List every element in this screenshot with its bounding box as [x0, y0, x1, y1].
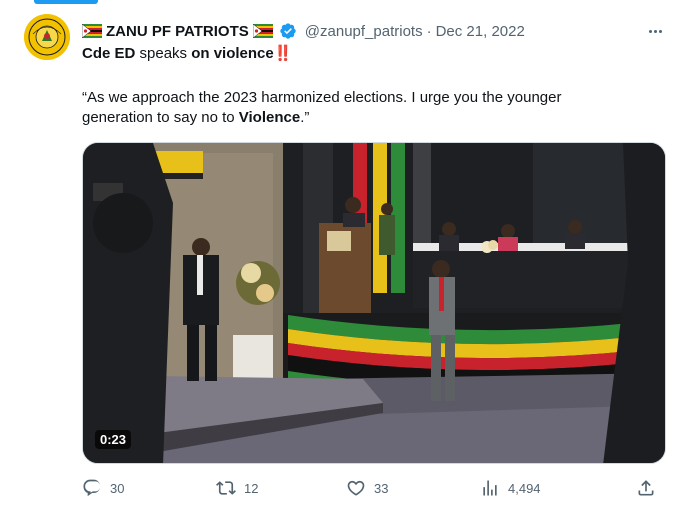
author-handle[interactable]: @zanupf_patriots: [305, 23, 423, 40]
reply-count: 30: [110, 480, 125, 496]
views-count: 4,494: [508, 480, 541, 496]
text-closing: .”: [300, 109, 310, 126]
heart-icon: [347, 480, 365, 496]
double-exclamation-icon: ‼️: [273, 45, 293, 62]
reply-icon: [83, 479, 101, 497]
action-bar: 30 12 33 4,494: [82, 477, 666, 499]
tweet-date[interactable]: Dec 21, 2022: [436, 23, 525, 40]
tweet-text-line-1: Cde ED speaks on violence‼️: [82, 44, 293, 64]
tweet[interactable]: ZANU PF PATRIOTS @zanupf_patriots · Dec …: [0, 0, 687, 519]
tweet-text-line-3: generation to say no to Violence.”: [82, 108, 309, 128]
video-player[interactable]: 0:23: [82, 142, 666, 464]
zimbabwe-flag-icon: [81, 23, 102, 39]
retweet-icon: [216, 481, 236, 495]
text-cde-ed: Cde ED: [82, 45, 136, 62]
like-count: 33: [374, 480, 389, 496]
views-button[interactable]: 4,494: [480, 477, 541, 499]
zimbabwe-flag-icon: [252, 23, 273, 39]
video-thumbnail: [83, 143, 665, 463]
text-violence: Violence: [238, 109, 301, 126]
text-generation: generation to say no to: [82, 109, 239, 126]
author-name[interactable]: ZANU PF PATRIOTS: [106, 23, 249, 40]
share-icon: [638, 480, 654, 496]
verified-badge-icon: [279, 22, 297, 40]
separator-dot: ·: [426, 22, 432, 40]
video-duration: 0:23: [95, 430, 132, 449]
zanu-pf-logo: [24, 14, 70, 60]
more-icon[interactable]: [644, 22, 666, 40]
tweet-text-line-2: “As we approach the 2023 harmonized elec…: [82, 89, 562, 106]
reply-button[interactable]: 30: [82, 477, 124, 499]
top-accent-bar: [34, 0, 98, 4]
avatar[interactable]: [24, 14, 70, 60]
tweet-header: ZANU PF PATRIOTS @zanupf_patriots · Dec …: [81, 20, 525, 42]
views-icon: [483, 480, 497, 496]
text-speaks: speaks: [135, 45, 192, 62]
retweet-count: 12: [244, 480, 259, 496]
text-on-violence: on violence: [191, 45, 274, 62]
like-button[interactable]: 33: [346, 477, 388, 499]
share-button[interactable]: [636, 477, 656, 499]
retweet-button[interactable]: 12: [216, 477, 258, 499]
